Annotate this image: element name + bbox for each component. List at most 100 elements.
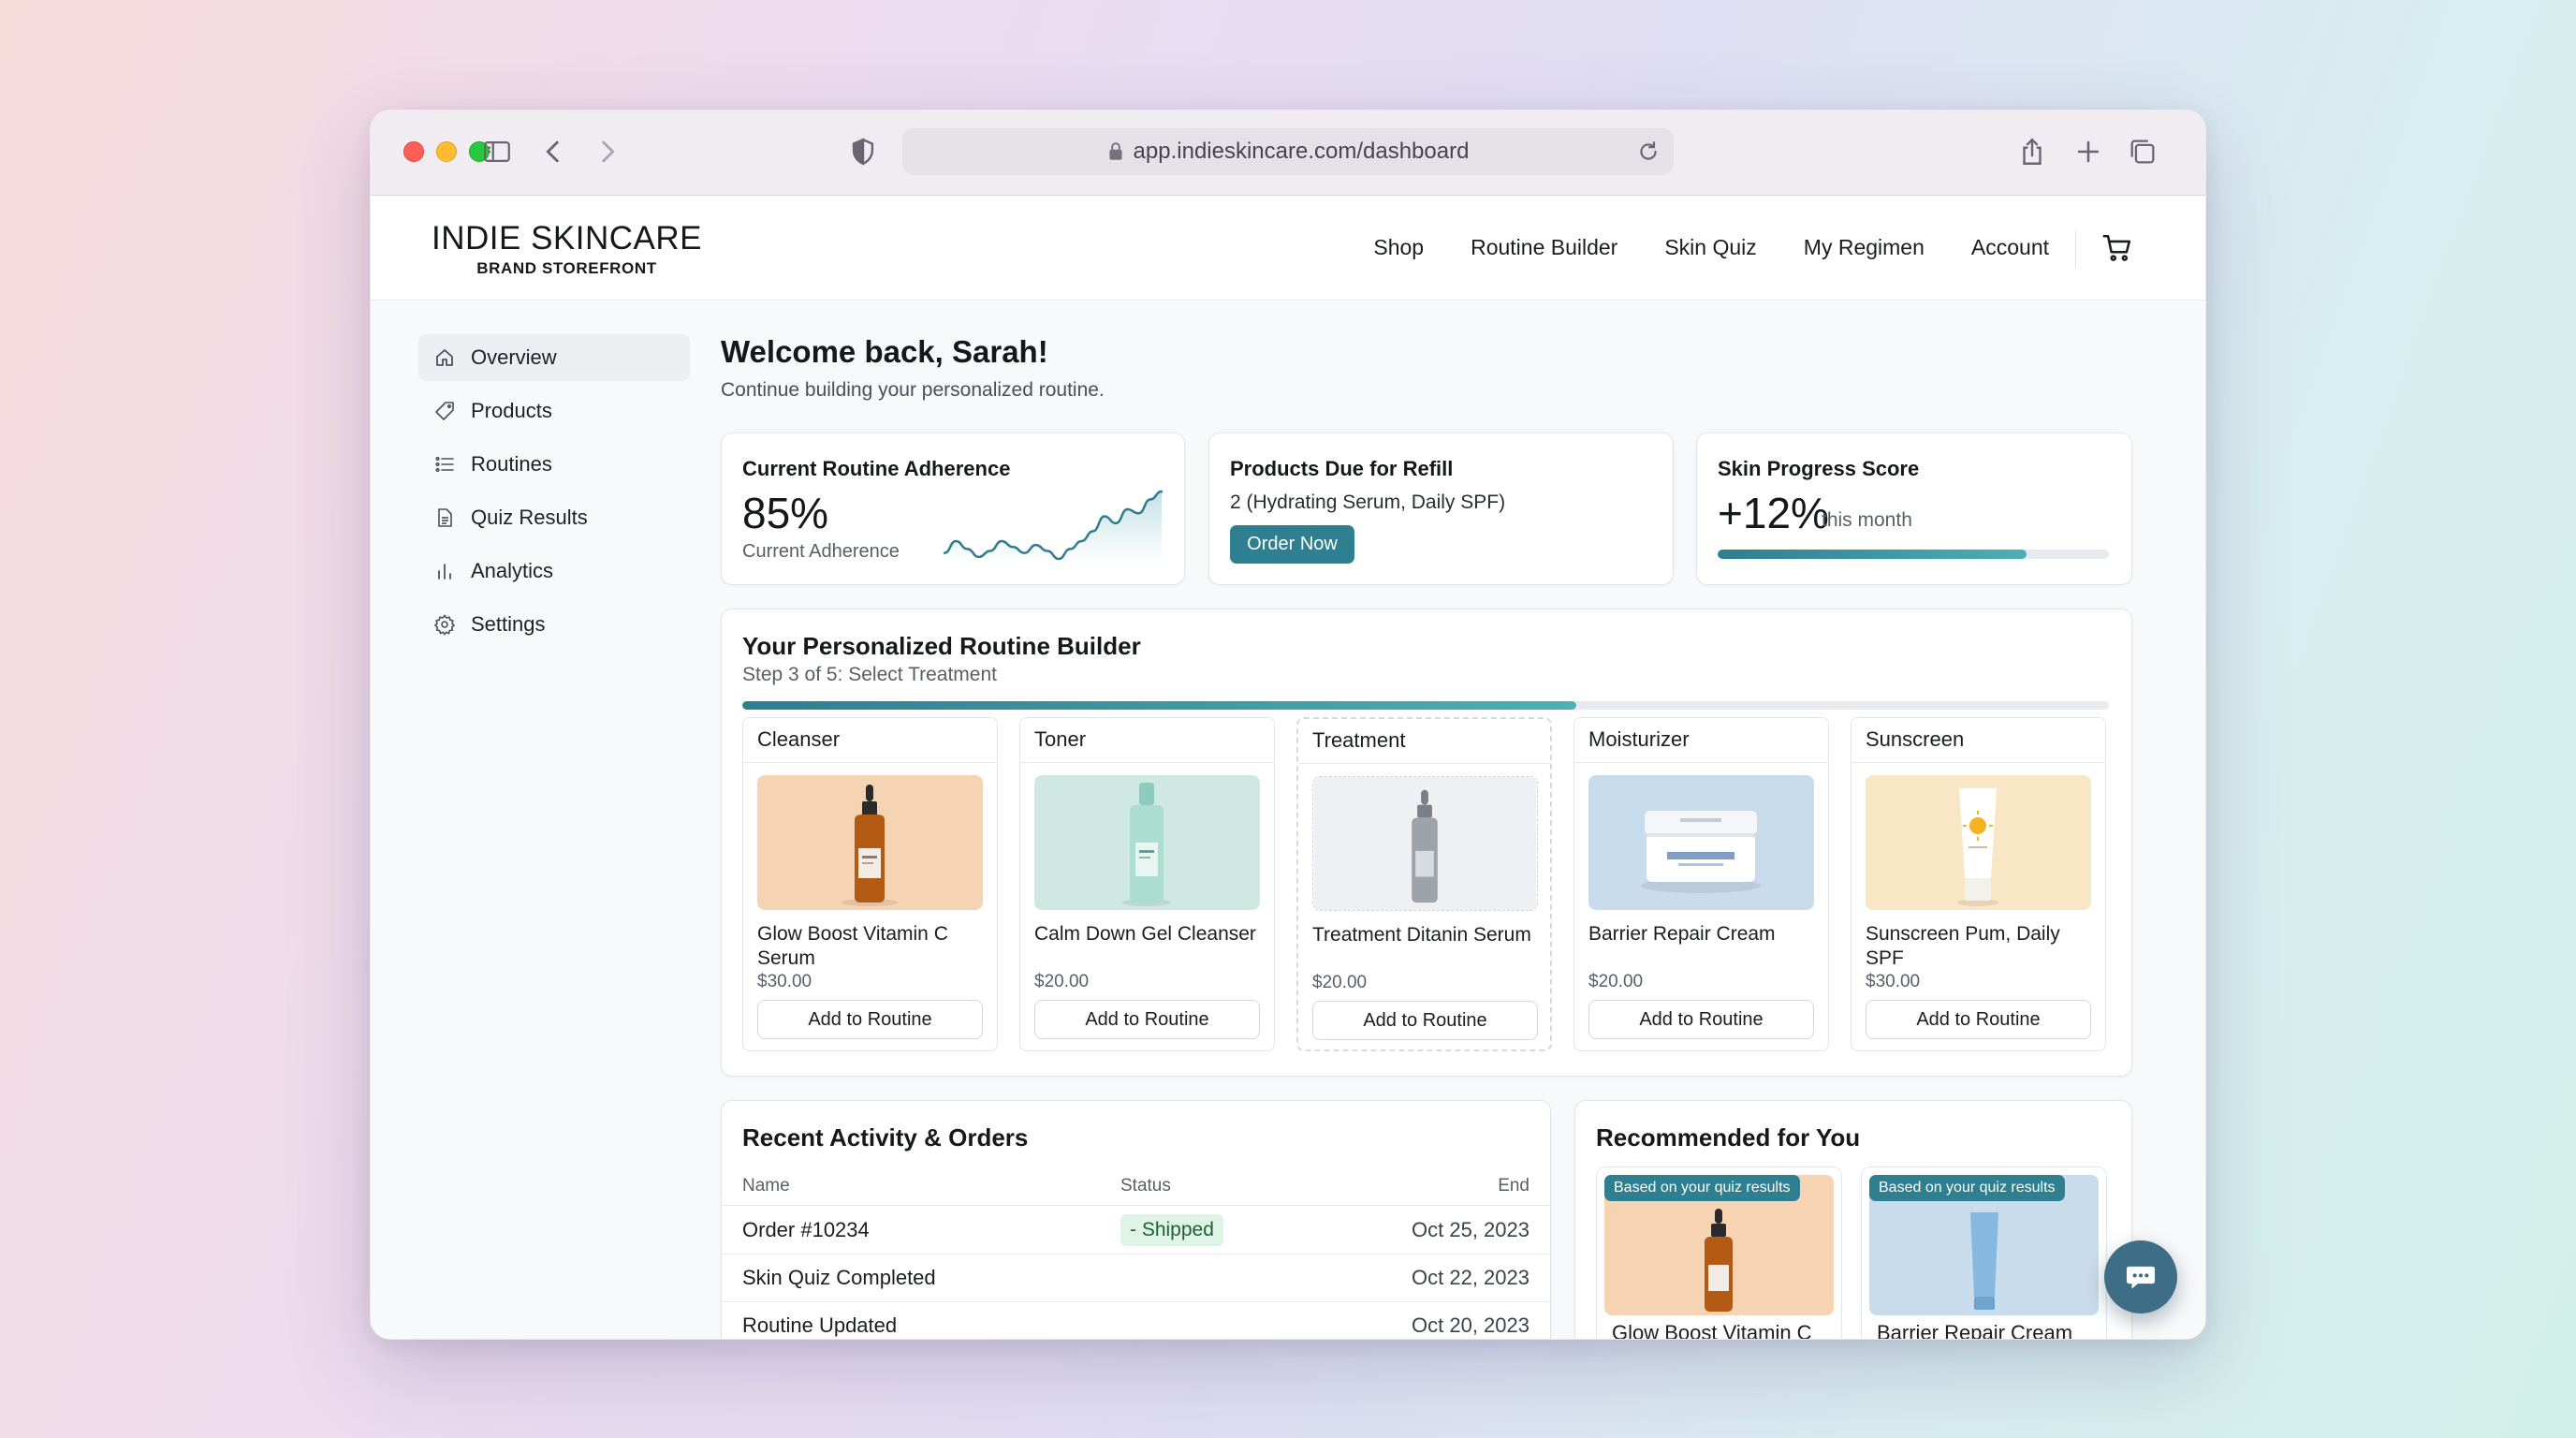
- skin-progress-card: Skin Progress Score +12% this month: [1696, 433, 2132, 585]
- row-date: Oct 25, 2023: [1412, 1218, 1530, 1241]
- adherence-value: 85%: [742, 489, 829, 537]
- sidebar-item-overview[interactable]: Overview: [418, 334, 690, 381]
- step-cleanser: Cleanser Glow Boost Vitamin C Serum $30.…: [742, 717, 998, 1051]
- table-header: Name Status End: [722, 1167, 1550, 1206]
- routine-builder-progress-fill: [742, 701, 1576, 710]
- forward-arrow-icon[interactable]: [589, 133, 626, 170]
- nav-shop[interactable]: Shop: [1373, 235, 1424, 260]
- nav-account[interactable]: Account: [1971, 235, 2049, 260]
- recommended-product[interactable]: Based on your quiz results Barrier Repai…: [1861, 1167, 2107, 1340]
- step-sunscreen: Sunscreen Sunscreen Pum, Daily SPF $30.0…: [1851, 717, 2106, 1051]
- brand-name: INDIE SKINCARE: [432, 220, 702, 257]
- adherence-caption: Current Adherence: [742, 541, 900, 562]
- close-window-button[interactable]: [403, 141, 424, 162]
- add-to-routine-button[interactable]: Add to Routine: [757, 1000, 983, 1039]
- product-name: Barrier Repair Cream: [1877, 1321, 2073, 1340]
- product-image: [1312, 776, 1538, 911]
- refill-card: Products Due for Refill 2 (Hydrating Ser…: [1208, 433, 1674, 585]
- sidebar-item-settings[interactable]: Settings: [418, 601, 690, 648]
- row-name: Order #10234: [742, 1218, 870, 1241]
- product-price: $30.00: [757, 972, 812, 991]
- sidebar-item-label: Routines: [471, 452, 552, 476]
- sidebar-toggle-icon[interactable]: [478, 133, 516, 170]
- product-name: Sunscreen Pum, Daily SPF: [1866, 923, 2060, 969]
- brand-logo[interactable]: INDIE SKINCARE BRAND STOREFRONT: [432, 220, 702, 278]
- table-row[interactable]: Order #10234 - Shipped Oct 25, 2023: [722, 1207, 1550, 1255]
- routine-builder-card: Your Personalized Routine Builder Step 3…: [721, 609, 2132, 1077]
- skin-progress-bar-fill: [1718, 550, 2027, 559]
- adherence-card: Current Routine Adherence 85% Current Ad…: [721, 433, 1185, 585]
- product-price: $20.00: [1588, 972, 1644, 991]
- add-to-routine-button[interactable]: Add to Routine: [1312, 1001, 1538, 1040]
- product-image: [757, 775, 983, 910]
- nav-routine-builder[interactable]: Routine Builder: [1471, 235, 1617, 260]
- sidebar-item-quiz-results[interactable]: Quiz Results: [418, 494, 690, 541]
- sidebar-item-label: Products: [471, 399, 552, 422]
- skin-progress-value: +12%: [1718, 489, 1829, 537]
- recommended-product[interactable]: Based on your quiz results Glow Boost Vi…: [1596, 1167, 1842, 1340]
- sidebar-item-routines[interactable]: Routines: [418, 441, 690, 488]
- column-status[interactable]: Status: [1120, 1176, 1171, 1196]
- sidebar: Overview Products Routines Quiz Results …: [418, 334, 690, 654]
- brand-subtitle: BRAND STOREFRONT: [476, 259, 657, 277]
- refill-title: Products Due for Refill: [1230, 457, 1454, 480]
- page-subtitle: Continue building your personalized rout…: [721, 379, 1105, 401]
- product-name: Glow Boost Vitamin C: [1612, 1321, 1812, 1340]
- order-now-button[interactable]: Order Now: [1230, 525, 1354, 564]
- product-image: [1034, 775, 1260, 910]
- home-icon: [436, 349, 453, 366]
- nav-my-regimen[interactable]: My Regimen: [1804, 235, 1925, 260]
- sidebar-item-analytics[interactable]: Analytics: [418, 548, 690, 594]
- chat-button[interactable]: [2104, 1240, 2177, 1313]
- product-image: [1588, 775, 1814, 910]
- list-icon: [435, 456, 454, 473]
- quiz-badge: Based on your quiz results: [1869, 1175, 2065, 1201]
- cart-icon[interactable]: [2101, 232, 2133, 264]
- gear-icon: [433, 614, 456, 636]
- column-end[interactable]: End: [1498, 1176, 1530, 1196]
- browser-toolbar: app.indieskincare.com/dashboard: [371, 110, 2205, 196]
- adherence-title: Current Routine Adherence: [742, 457, 1011, 480]
- add-to-routine-button[interactable]: Add to Routine: [1034, 1000, 1260, 1039]
- step-category: Sunscreen: [1852, 718, 2105, 763]
- product-name: Barrier Repair Cream: [1588, 923, 1776, 945]
- reload-icon[interactable]: [1636, 139, 1661, 164]
- row-name: Skin Quiz Completed: [742, 1266, 936, 1289]
- table-row[interactable]: Skin Quiz Completed Oct 22, 2023: [722, 1255, 1550, 1302]
- recent-activity-card: Recent Activity & Orders Name Status End…: [721, 1100, 1551, 1339]
- recent-activity-title: Recent Activity & Orders: [742, 1123, 1029, 1152]
- recommended-card: Recommended for You Based on your quiz r…: [1574, 1100, 2132, 1340]
- step-moisturizer: Moisturizer Barrier Repair Cream $20.00 …: [1573, 717, 1829, 1051]
- nav-skin-quiz[interactable]: Skin Quiz: [1664, 235, 1756, 260]
- refill-detail: 2 (Hydrating Serum, Daily SPF): [1230, 492, 1506, 513]
- sidebar-item-products[interactable]: Products: [418, 388, 690, 434]
- sidebar-item-label: Analytics: [471, 559, 554, 582]
- product-name: Treatment Ditanin Serum: [1312, 924, 1531, 946]
- row-name: Routine Updated: [742, 1313, 898, 1337]
- add-to-routine-button[interactable]: Add to Routine: [1588, 1000, 1814, 1039]
- sparkline-area: [944, 492, 1162, 563]
- step-category: Treatment: [1298, 719, 1550, 764]
- step-category: Moisturizer: [1574, 718, 1828, 763]
- row-date: Oct 20, 2023: [1412, 1313, 1530, 1337]
- tab-overview-icon[interactable]: [2124, 133, 2161, 170]
- document-icon: [438, 508, 452, 527]
- bar-chart-icon: [438, 564, 451, 580]
- address-bar[interactable]: app.indieskincare.com/dashboard: [902, 128, 1674, 175]
- add-to-routine-button[interactable]: Add to Routine: [1866, 1000, 2091, 1039]
- minimize-window-button[interactable]: [436, 141, 457, 162]
- privacy-shield-icon[interactable]: [844, 133, 882, 170]
- new-tab-icon[interactable]: [2070, 133, 2107, 170]
- status-badge: - Shipped: [1120, 1214, 1223, 1246]
- share-icon[interactable]: [2013, 133, 2051, 170]
- browser-window: app.indieskincare.com/dashboard INDIE SK…: [370, 110, 2206, 1340]
- recommended-title: Recommended for You: [1596, 1123, 1861, 1152]
- column-name[interactable]: Name: [742, 1176, 790, 1196]
- product-name: Glow Boost Vitamin C Serum: [757, 923, 948, 969]
- product-price: $30.00: [1866, 972, 1921, 991]
- back-arrow-icon[interactable]: [534, 133, 572, 170]
- quiz-badge: Based on your quiz results: [1604, 1175, 1800, 1201]
- dashboard-content: Overview Products Routines Quiz Results …: [371, 301, 2205, 1340]
- product-price: $20.00: [1312, 973, 1368, 992]
- table-row[interactable]: Routine Updated Oct 20, 2023: [722, 1302, 1550, 1339]
